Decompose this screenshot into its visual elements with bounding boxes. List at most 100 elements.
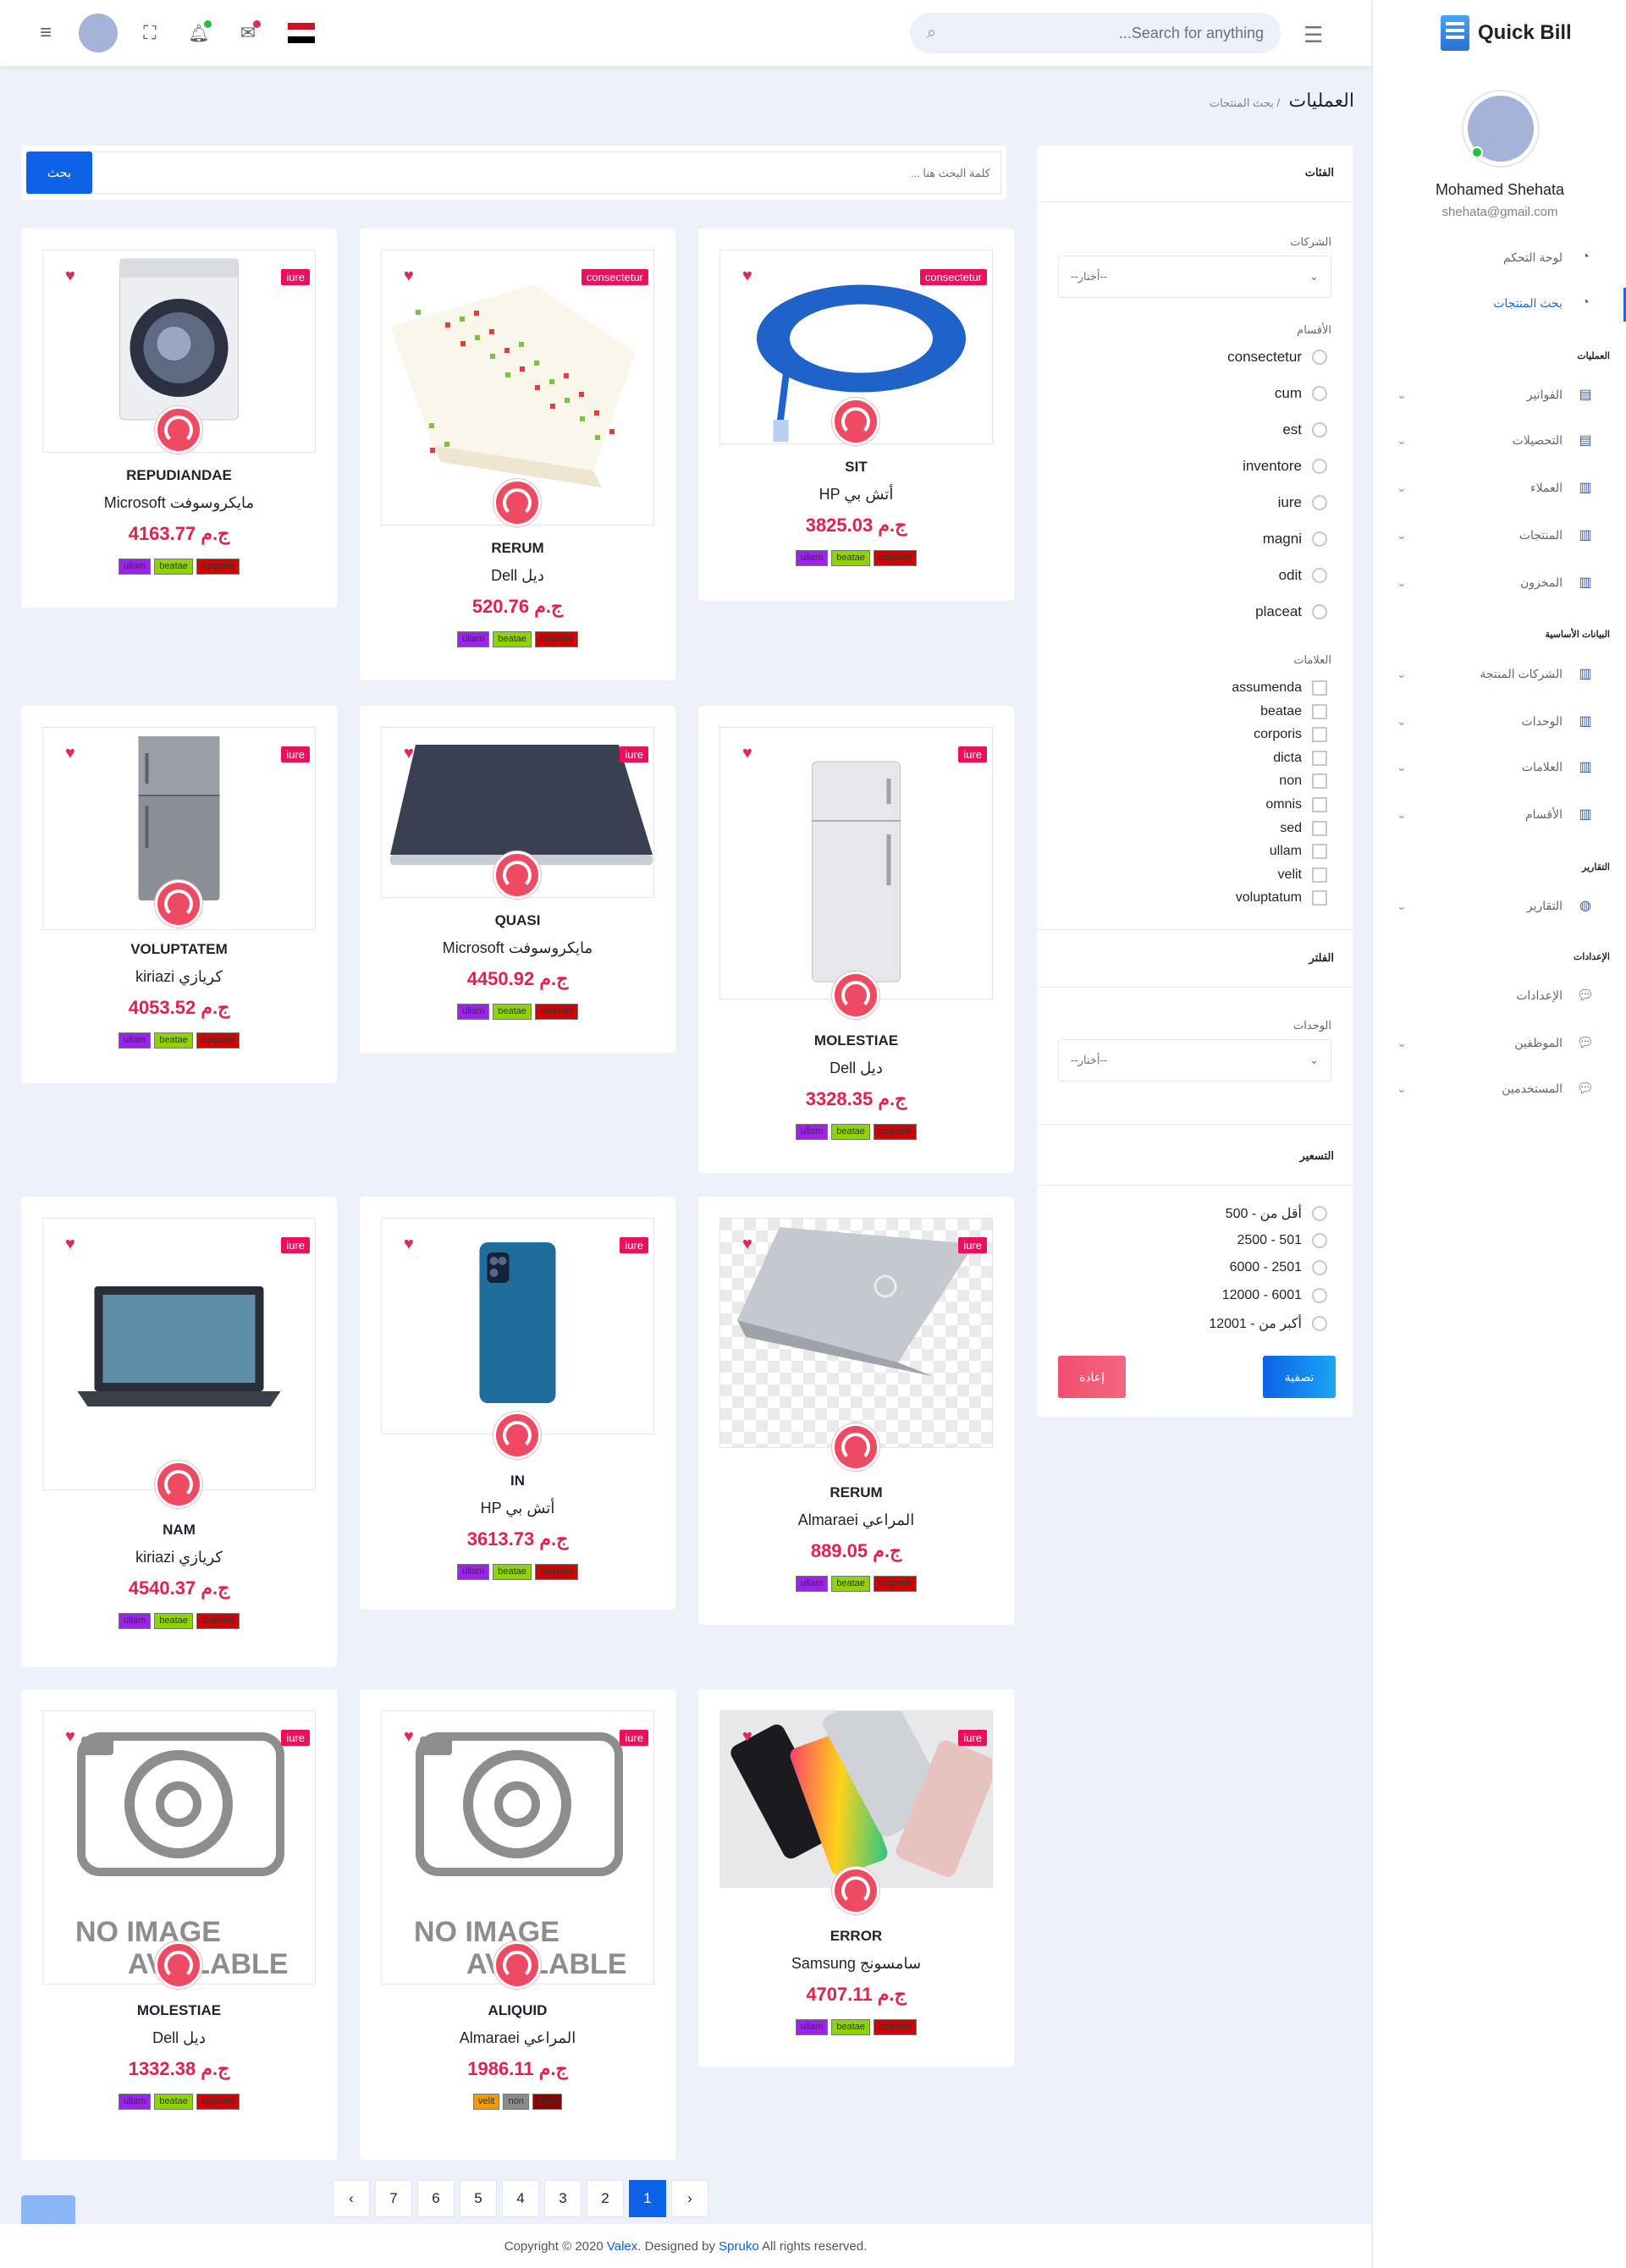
section-option[interactable]: inventore: [1243, 458, 1327, 475]
sidebar-item[interactable]: ▥ الوحدات ⌄: [1373, 706, 1626, 736]
breadcrumb-current[interactable]: / بحث المنتجات: [1210, 96, 1280, 109]
tag-option[interactable]: velit: [1278, 867, 1327, 883]
sidebar-item[interactable]: 💬︎ الإعدادات: [1373, 980, 1626, 1010]
checkbox[interactable]: [1312, 773, 1327, 790]
product-name[interactable]: ERROR: [698, 1928, 1014, 1945]
checkbox[interactable]: [1312, 680, 1327, 696]
product-name[interactable]: IN: [360, 1473, 675, 1489]
sidebar-item[interactable]: ◍ التقارير ⌄: [1373, 890, 1626, 921]
section-option[interactable]: magni: [1263, 531, 1327, 548]
radio-button[interactable]: [1312, 1287, 1327, 1303]
heart-icon[interactable]: ♥: [65, 1235, 75, 1254]
product-name[interactable]: ALIQUID: [360, 2002, 675, 2019]
radio-button[interactable]: [1312, 1316, 1327, 1331]
tag-option[interactable]: dicta: [1273, 750, 1327, 766]
pagination-page[interactable]: 2: [587, 2180, 624, 2217]
section-option[interactable]: est: [1282, 421, 1327, 438]
checkbox[interactable]: [1312, 750, 1327, 766]
product-search-input[interactable]: [92, 151, 1001, 194]
product-image[interactable]: [719, 727, 993, 999]
product-card[interactable]: ♥ consectetur SIT HP أتش بي 3825.03 ج.م ullam…: [698, 228, 1014, 601]
sidebar-item[interactable]: ▤ الفواتير ⌄: [1373, 379, 1626, 410]
radio-button[interactable]: [1312, 386, 1327, 401]
heart-icon[interactable]: ♥: [65, 1727, 75, 1747]
radio-button[interactable]: [1312, 531, 1327, 547]
radio-button[interactable]: [1312, 568, 1327, 583]
mail-icon[interactable]: ✉: [234, 19, 262, 47]
heart-icon[interactable]: ♥: [404, 1727, 414, 1747]
product-name[interactable]: QUASI: [360, 912, 675, 929]
product-name[interactable]: REPUDIANDAE: [21, 467, 337, 484]
heart-icon[interactable]: ♥: [404, 744, 414, 763]
radio-button[interactable]: [1312, 1260, 1327, 1275]
heart-icon[interactable]: ♥: [742, 1727, 752, 1747]
price-range-option[interactable]: أقل من - 500: [1226, 1205, 1327, 1222]
sidebar-item[interactable]: ◔ لوحة التحكم: [1373, 242, 1626, 272]
product-name[interactable]: NAM: [21, 1522, 337, 1539]
heart-icon[interactable]: ♥: [404, 1235, 414, 1254]
radio-button[interactable]: [1312, 495, 1327, 510]
product-card[interactable]: ♥ iure RERUM Almaraei المراعي 889.05 ج.م ulla…: [698, 1197, 1014, 1625]
radio-button[interactable]: [1312, 422, 1327, 438]
product-card[interactable]: ♥ consectetur RERUM Dell ديل 520.76 ج.م ullam…: [360, 228, 675, 680]
product-card[interactable]: ♥ iure VOLUPTATEM kiriazi كريازي 4053.52 ج.م…: [21, 706, 337, 1083]
product-name[interactable]: RERUM: [698, 1484, 1014, 1501]
section-option[interactable]: consectetur: [1227, 349, 1327, 366]
product-card[interactable]: ♥ iure MOLESTIAE Dell ديل 3328.35 ج.م ullam be…: [698, 706, 1014, 1173]
pagination-page[interactable]: 3: [544, 2180, 582, 2217]
checkbox[interactable]: [1312, 844, 1327, 860]
pagination-page[interactable]: 6: [417, 2180, 455, 2217]
sidebar-item[interactable]: ▥ العلامات ⌄: [1373, 751, 1626, 782]
brand[interactable]: Quick Bill: [1441, 15, 1572, 51]
tag-option[interactable]: assumenda: [1232, 680, 1327, 696]
section-option[interactable]: odit: [1279, 567, 1327, 584]
product-card[interactable]: NO IMAGE AVAILABLE ♥ iure ALIQUID Almaraei ال…: [360, 1689, 675, 2160]
product-card[interactable]: ♥ iure NAM kiriazi كريازي 4540.37 ج.م ullam be…: [21, 1197, 337, 1667]
radio-button[interactable]: [1312, 459, 1327, 474]
product-card[interactable]: NO IMAGE AVAILABLE ♥ iure MOLESTIAE Dell ديل 1…: [21, 1689, 337, 2160]
product-image[interactable]: [381, 1218, 654, 1434]
checkbox[interactable]: [1312, 727, 1327, 743]
heart-icon[interactable]: ♥: [65, 267, 75, 286]
global-search[interactable]: ⌕: [910, 13, 1281, 53]
header-avatar[interactable]: [79, 14, 118, 52]
price-range-option[interactable]: 501 - 2500: [1237, 1232, 1327, 1248]
product-image[interactable]: [719, 1218, 993, 1448]
product-card[interactable]: ♥ iure ERROR Samsung سامسونج 4707.11 ج.م ulla…: [698, 1689, 1014, 2067]
pagination-page[interactable]: 1: [629, 2180, 666, 2217]
checkbox[interactable]: [1312, 797, 1327, 812]
sidebar-item[interactable]: ▥ الشركات المنتجة ⌄: [1373, 658, 1626, 689]
product-name[interactable]: RERUM: [360, 540, 675, 557]
global-search-input[interactable]: [936, 24, 1264, 42]
sidebar-item[interactable]: ▥ العملاء ⌄: [1373, 472, 1626, 503]
product-name[interactable]: VOLUPTATEM: [21, 941, 337, 958]
product-name[interactable]: MOLESTIAE: [21, 2002, 337, 2019]
product-name[interactable]: MOLESTIAE: [698, 1032, 1014, 1049]
heart-icon[interactable]: ♥: [742, 1235, 752, 1254]
reset-filter-button[interactable]: إعادة: [1058, 1356, 1126, 1398]
section-option[interactable]: cum: [1275, 385, 1327, 402]
section-option[interactable]: iure: [1278, 494, 1327, 511]
radio-button[interactable]: [1312, 1206, 1327, 1221]
companies-select[interactable]: ⌄ --أختار--: [1058, 256, 1331, 298]
product-image[interactable]: [42, 1218, 316, 1490]
hamburger-menu-icon[interactable]: ≡: [31, 19, 60, 47]
footer-link-spruko[interactable]: Spruko: [719, 2239, 759, 2254]
pagination-page[interactable]: 4: [502, 2180, 539, 2217]
product-card[interactable]: ♥ iure IN HP أتش بي 3613.73 ج.م ullam beatae co…: [360, 1197, 675, 1610]
tag-option[interactable]: beatae: [1260, 703, 1327, 719]
price-range-option[interactable]: 2501 - 6000: [1230, 1260, 1327, 1275]
search-button[interactable]: بحث: [26, 151, 92, 194]
footer-link-valex[interactable]: Valex: [607, 2239, 637, 2254]
radio-button[interactable]: [1312, 1232, 1327, 1248]
product-name[interactable]: SIT: [698, 459, 1014, 476]
price-range-option[interactable]: 6001 - 12000: [1222, 1287, 1327, 1303]
radio-button[interactable]: [1312, 604, 1327, 619]
menu-toggle-icon[interactable]: ☰: [1304, 22, 1323, 48]
tag-option[interactable]: corporis: [1254, 727, 1327, 743]
fullscreen-icon[interactable]: ⛶: [135, 19, 164, 47]
heart-icon[interactable]: ♥: [742, 744, 752, 763]
pagination-next[interactable]: ›: [671, 2180, 708, 2217]
checkbox[interactable]: [1312, 867, 1327, 883]
sidebar-item[interactable]: 💬︎ الموظفين ⌄: [1373, 1027, 1626, 1058]
